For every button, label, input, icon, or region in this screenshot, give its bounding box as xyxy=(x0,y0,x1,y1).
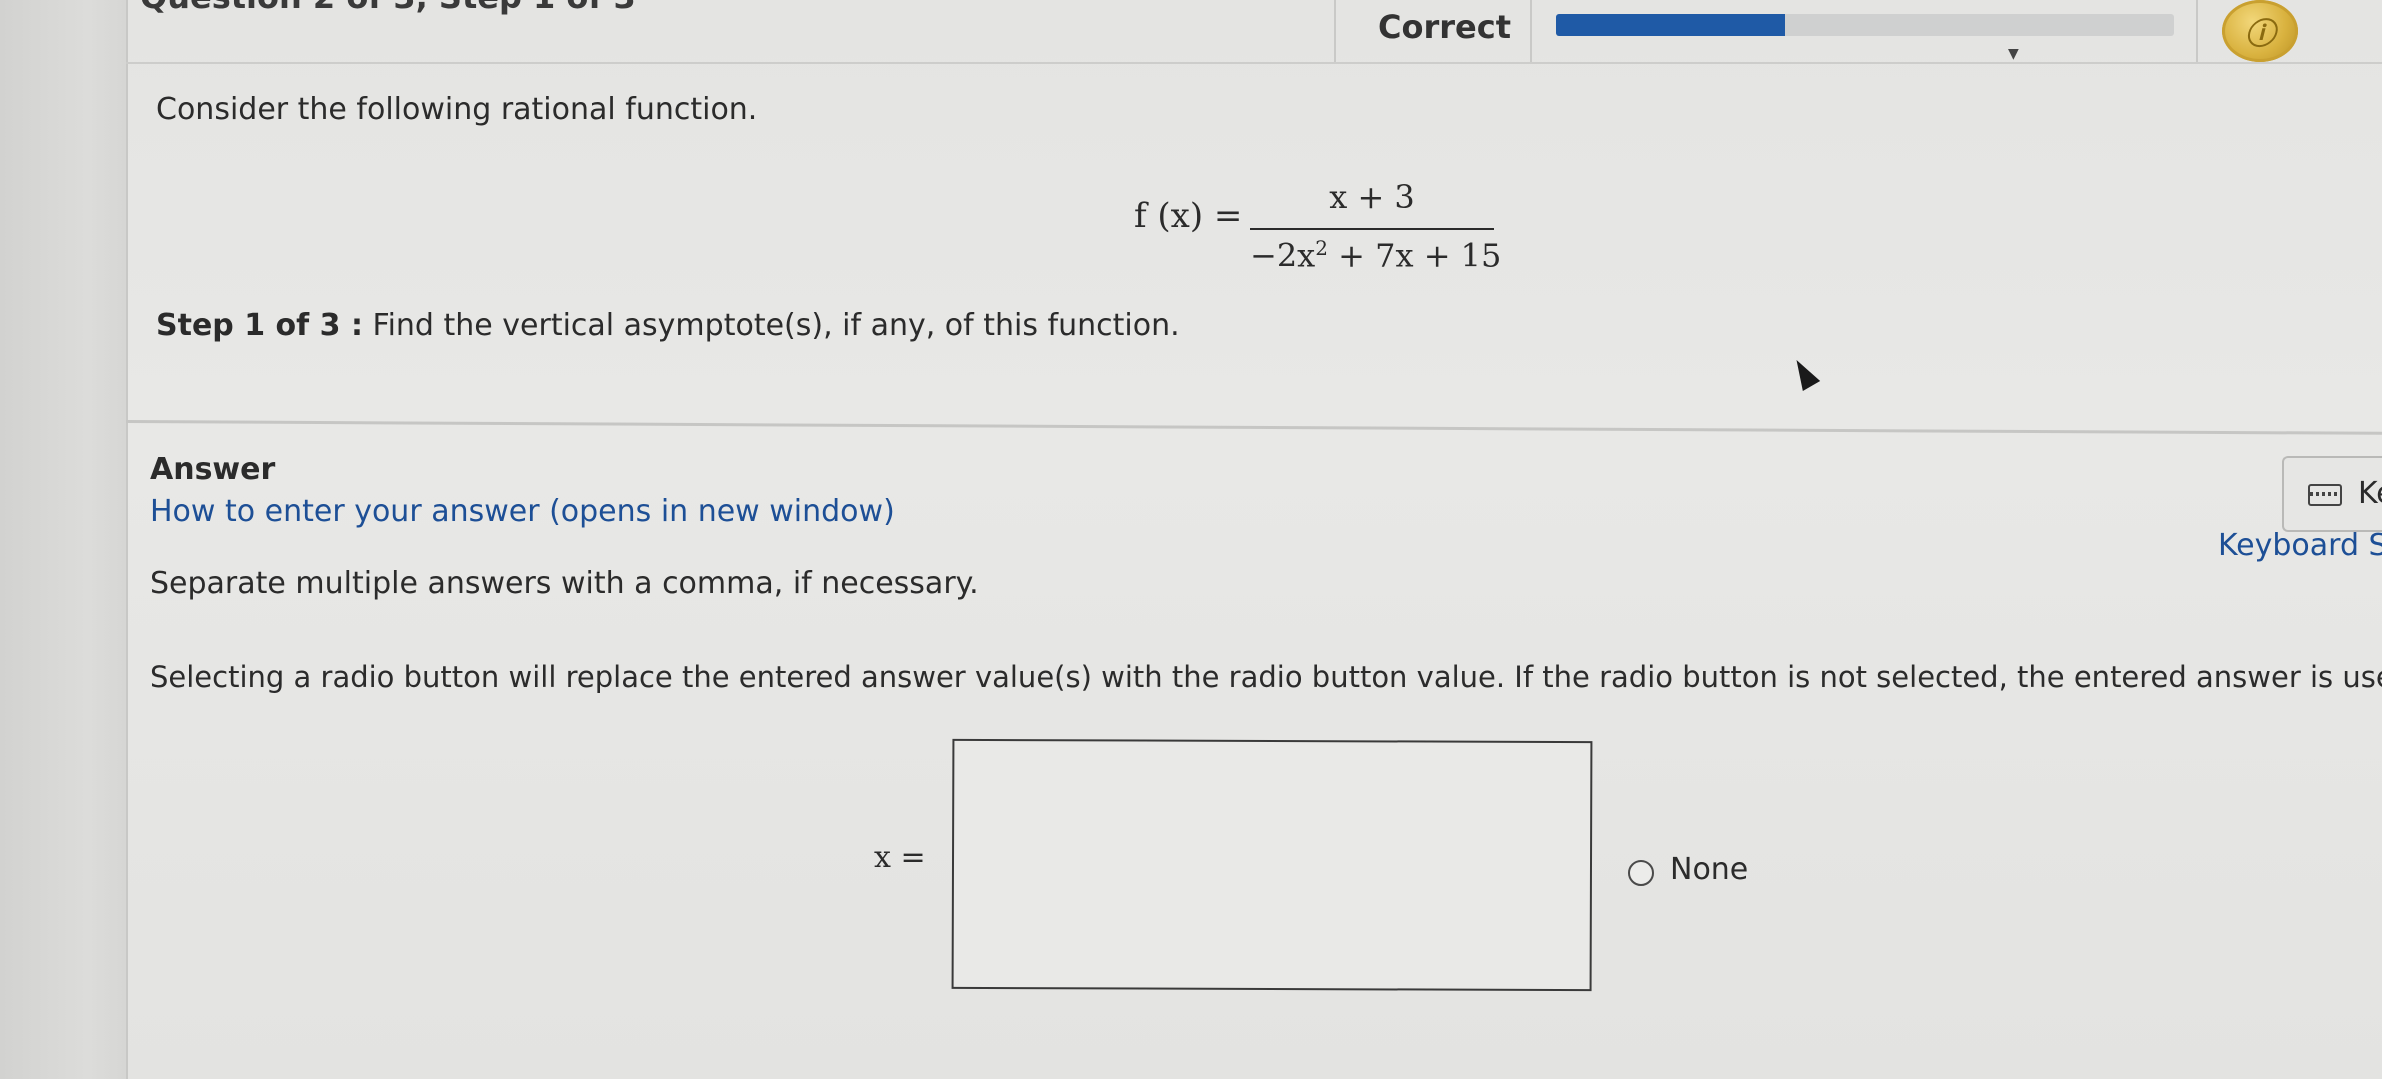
chevron-down-icon[interactable]: ▼ xyxy=(2008,46,2019,62)
problem-intro: Consider the following rational function… xyxy=(156,92,758,127)
radio-note: Selecting a radio button will replace th… xyxy=(150,660,2382,694)
progress-bar xyxy=(1556,14,2174,36)
denominator-term-b: + 7x + 15 xyxy=(1327,236,1502,275)
fraction-denominator: −2x2 + 7x + 15 xyxy=(1250,236,1501,275)
question-label: Question 2 of 3, Step 1 of 3 xyxy=(140,0,636,16)
coin-icon[interactable]: ⓘ xyxy=(2222,0,2298,62)
answer-title: Answer xyxy=(150,452,276,487)
help-link[interactable]: How to enter your answer (opens in new w… xyxy=(150,494,895,529)
function-lhs: f (x) = xyxy=(1134,196,1243,236)
left-gutter xyxy=(0,0,126,1079)
keyboard-button[interactable]: Ke xyxy=(2282,456,2382,532)
input-label: x = xyxy=(874,840,926,875)
header-divider xyxy=(2196,0,2198,64)
keyboard-shortcuts-link[interactable]: Keyboard Sh xyxy=(2218,528,2382,563)
none-radio-label[interactable]: None xyxy=(1670,852,1748,887)
header-divider xyxy=(1530,0,1532,64)
answer-input[interactable] xyxy=(951,738,1593,992)
denominator-exponent: 2 xyxy=(1315,236,1328,260)
none-radio[interactable] xyxy=(1628,860,1654,886)
keyboard-button-label: Ke xyxy=(2358,476,2382,511)
progress-fill xyxy=(1556,14,1785,36)
denominator-term-a: −2x xyxy=(1250,236,1316,275)
separator-note: Separate multiple answers with a comma, … xyxy=(150,566,979,601)
header-bar: Question 2 of 3, Step 1 of 3 Correct ▼ ⓘ xyxy=(0,0,2382,64)
step-instruction: Step 1 of 3 : Find the vertical asymptot… xyxy=(156,308,1180,343)
fraction-numerator: x + 3 xyxy=(1329,178,1415,216)
header-border xyxy=(126,62,2382,64)
step-text: Find the vertical asymptote(s), if any, … xyxy=(372,308,1180,343)
status-text: Correct xyxy=(1378,8,1511,46)
function-fraction: x + 3 −2x2 + 7x + 15 xyxy=(1250,178,1501,275)
step-label: Step 1 of 3 : xyxy=(156,308,363,343)
fraction-bar xyxy=(1250,228,1494,230)
header-divider xyxy=(1334,0,1336,64)
keyboard-icon xyxy=(2308,484,2342,506)
